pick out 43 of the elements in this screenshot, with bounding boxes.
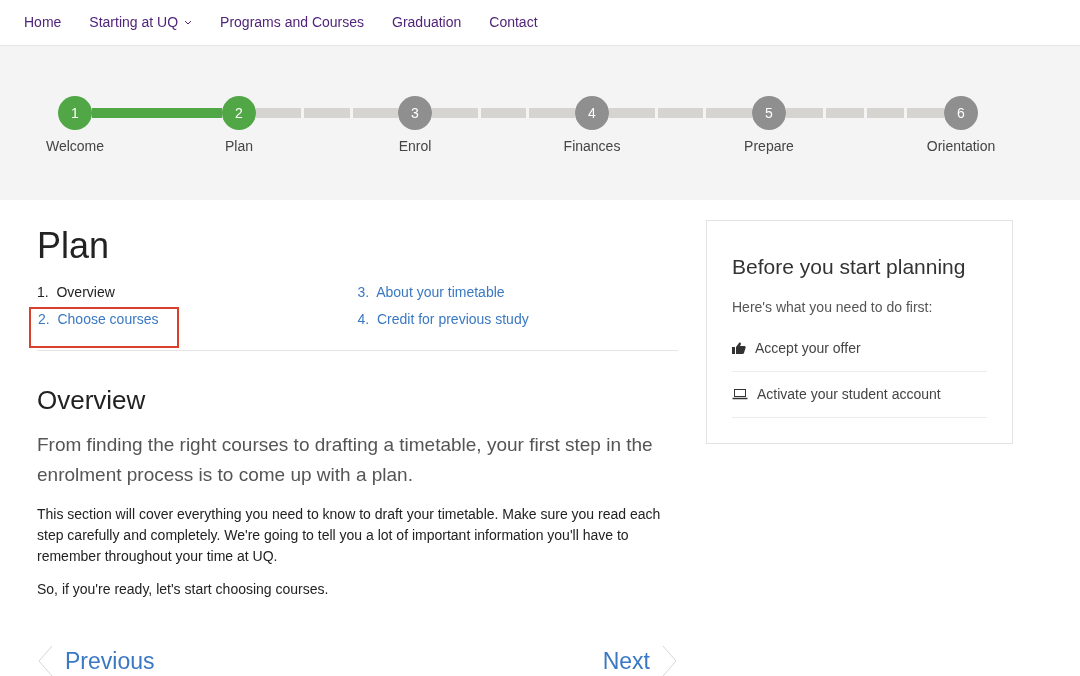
step-label: Welcome (45, 137, 105, 156)
section-heading: Overview (37, 384, 147, 417)
lead-paragraph: From finding the right courses to drafting a timetable, your first step in the enrolment process is to come up with a plan. (37, 433, 654, 487)
thumbs-up-icon (732, 342, 746, 354)
step-label: Prepare (744, 137, 794, 156)
progress-connector-segment (352, 108, 398, 118)
progress-connector-segment (786, 108, 824, 118)
progress-connector-segment (657, 108, 704, 118)
contents-link[interactable]: 1. Overview (37, 282, 115, 303)
body-paragraph: So, if you're ready, let's start choosing courses. (37, 580, 330, 599)
progress-connector-segment (609, 108, 655, 118)
progress-connector-segment (706, 108, 752, 118)
progress-connector-segment (906, 108, 944, 118)
step-label: Enrol (398, 137, 432, 156)
progress-connector-segment (826, 108, 864, 118)
nav-link[interactable]: Home (24, 12, 62, 33)
previous-link[interactable]: Previous (37, 644, 155, 676)
nav-link[interactable]: Starting at UQ (89, 12, 193, 33)
progress-connector-segment (432, 108, 478, 118)
chevron-right-icon (662, 645, 678, 676)
chevron-left-icon (37, 645, 53, 676)
progress-connector-segment (866, 108, 904, 118)
step-label: Orientation (926, 137, 996, 156)
progress-connector-segment (256, 108, 302, 118)
nav-link[interactable]: Contact (489, 12, 538, 33)
card-intro: Here's what you need to do first: (732, 297, 934, 317)
checklist-item: Activate your student account (757, 384, 941, 404)
page-title: Plan (37, 224, 111, 268)
laptop-icon (732, 388, 748, 400)
progress-connector-segment (480, 108, 527, 118)
contents-link[interactable]: 4. Credit for previous study (357, 309, 529, 330)
step-label: Finances (563, 137, 621, 156)
step-label: Plan (225, 137, 253, 156)
checklist-item: Accept your offer (755, 338, 861, 358)
contents-link[interactable]: 2. Choose courses (31, 309, 177, 346)
progress-connector-segment (529, 108, 575, 118)
nav-link[interactable]: Programs and Courses (220, 12, 364, 33)
progress-connector-segment (304, 108, 350, 118)
contents-link[interactable]: 3. About your timetable (357, 282, 505, 303)
nav-link[interactable]: Graduation (392, 12, 462, 33)
card-title: Before you start planning (732, 254, 967, 280)
next-link[interactable]: Next (602, 644, 678, 676)
body-paragraph: This section will cover everything you need to know to draft your timetable. Make sure you read each step carefully and completely. We're going to tell you a lot of important information you'll have to remember throughout your time at UQ. (37, 505, 662, 566)
